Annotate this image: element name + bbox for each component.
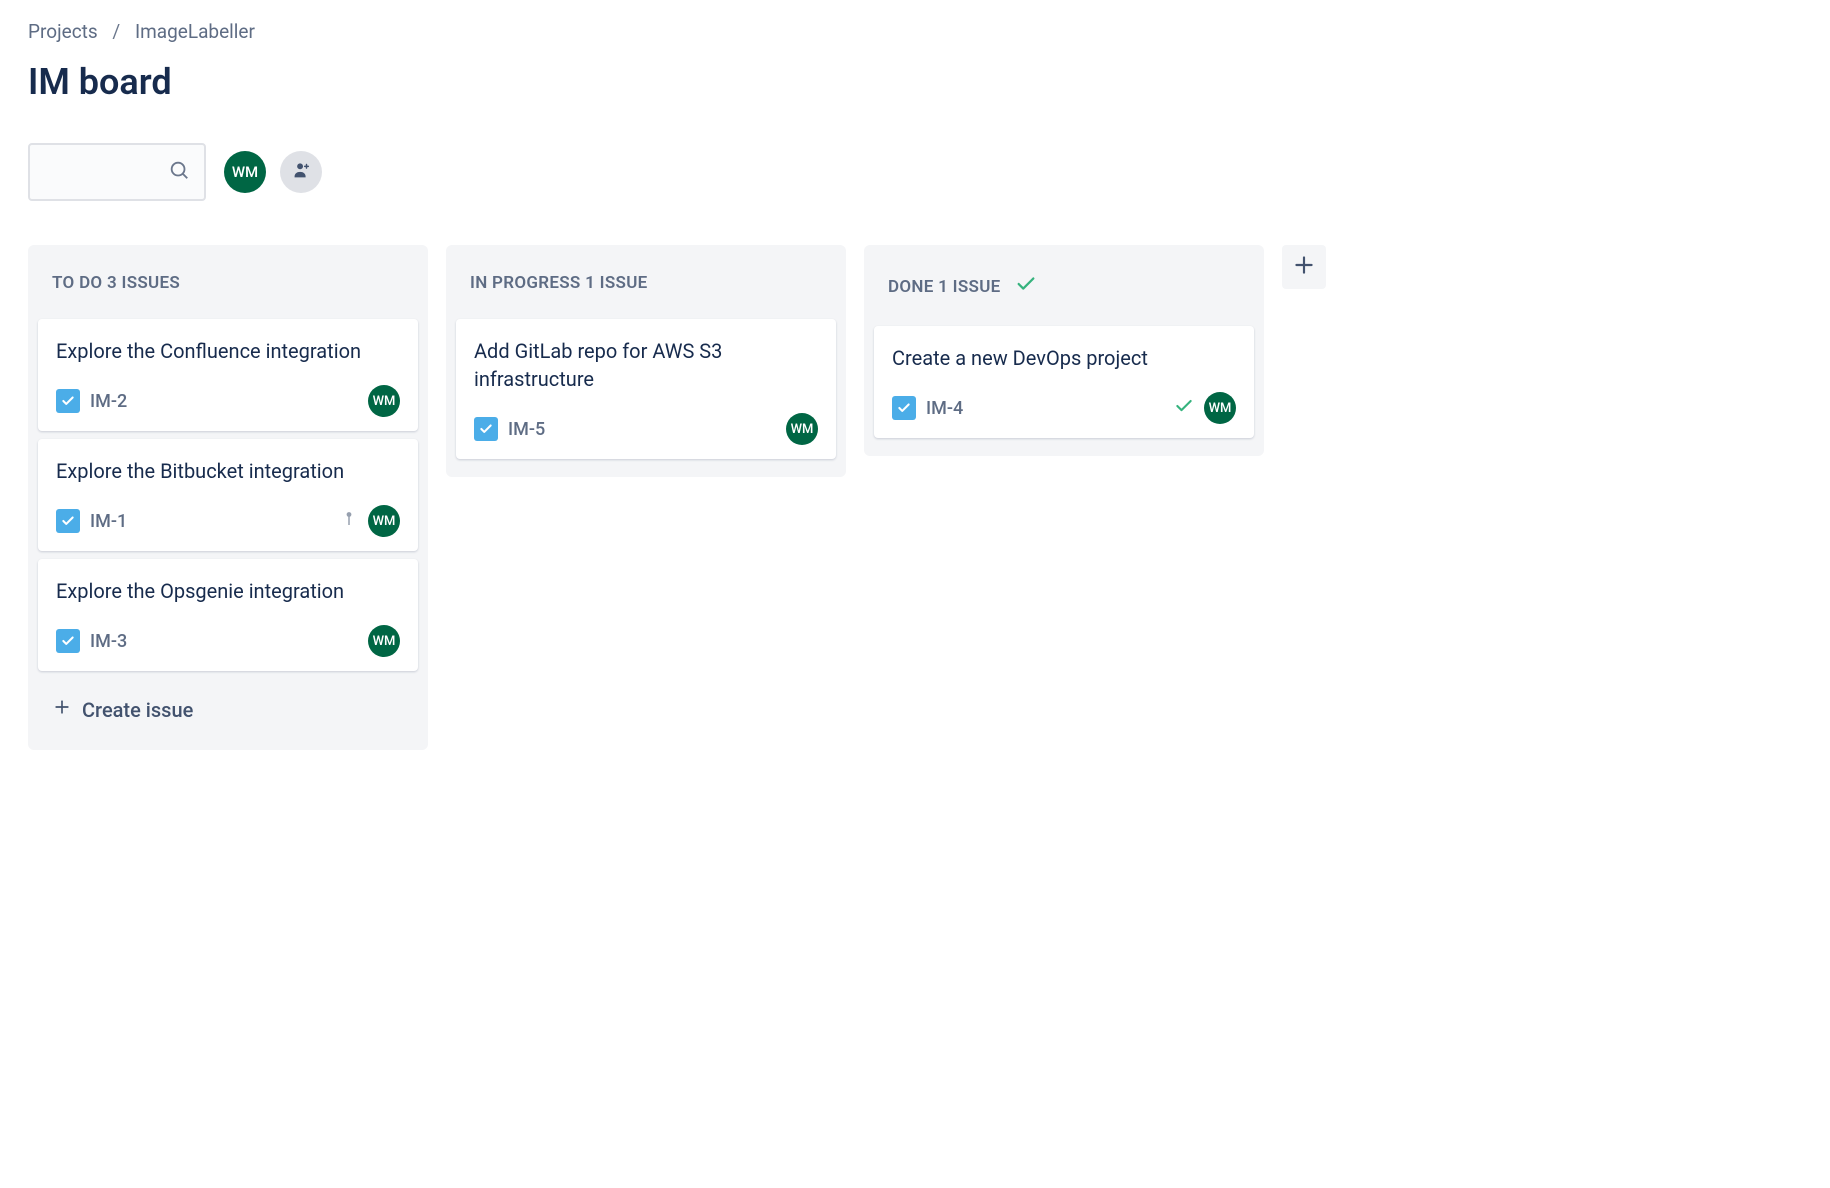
column-header[interactable]: TO DO 3 ISSUES — [38, 245, 418, 319]
column-header[interactable]: IN PROGRESS 1 ISSUE — [456, 245, 836, 319]
assignee-avatar[interactable]: WM — [368, 385, 400, 417]
add-user-icon — [290, 159, 312, 185]
user-avatar[interactable]: WM — [224, 151, 266, 193]
board-columns: TO DO 3 ISSUES Explore the Confluence int… — [28, 245, 1802, 750]
task-type-icon — [474, 417, 498, 441]
issue-title: Explore the Opsgenie integration — [56, 577, 400, 605]
breadcrumb-separator: / — [112, 20, 120, 43]
search-icon — [168, 159, 190, 185]
add-column-button[interactable] — [1282, 245, 1326, 289]
task-type-icon — [56, 509, 80, 533]
column-done: DONE 1 ISSUE Create a new DevOps project I… — [864, 245, 1264, 456]
column-inprogress: IN PROGRESS 1 ISSUE Add GitLab repo for A… — [446, 245, 846, 477]
issue-footer: IM-5 WM — [474, 413, 818, 445]
issue-footer: IM-1 WM — [56, 505, 400, 537]
create-issue-button[interactable]: Create issue — [38, 679, 418, 740]
board-toolbar: WM — [28, 143, 1802, 201]
priority-icon — [340, 510, 358, 532]
issue-card[interactable]: Add GitLab repo for AWS S3 infrastructur… — [456, 319, 836, 459]
column-header-text: TO DO 3 ISSUES — [52, 273, 180, 293]
task-type-icon — [56, 629, 80, 653]
issue-card[interactable]: Explore the Opsgenie integration IM-3 WM — [38, 559, 418, 671]
task-type-icon — [56, 389, 80, 413]
issue-footer: IM-3 WM — [56, 625, 400, 657]
column-header[interactable]: DONE 1 ISSUE — [874, 245, 1254, 326]
assignee-avatar[interactable]: WM — [786, 413, 818, 445]
issue-card[interactable]: Create a new DevOps project IM-4 WM — [874, 326, 1254, 438]
task-type-icon — [892, 396, 916, 420]
issue-key[interactable]: IM-2 — [90, 391, 127, 412]
breadcrumb-project-link[interactable]: ImageLabeller — [135, 20, 255, 43]
done-check-icon — [1015, 273, 1037, 300]
assignee-avatar[interactable]: WM — [368, 625, 400, 657]
create-issue-label: Create issue — [82, 698, 193, 722]
column-todo: TO DO 3 ISSUES Explore the Confluence int… — [28, 245, 428, 750]
issue-title: Add GitLab repo for AWS S3 infrastructur… — [474, 337, 818, 393]
issue-key[interactable]: IM-3 — [90, 631, 127, 652]
page-title: IM board — [28, 61, 1802, 103]
add-user-button[interactable] — [280, 151, 322, 193]
issue-footer: IM-2 WM — [56, 385, 400, 417]
search-input-wrapper[interactable] — [28, 143, 206, 201]
column-header-text: IN PROGRESS 1 ISSUE — [470, 273, 648, 293]
issue-footer: IM-4 WM — [892, 392, 1236, 424]
column-header-text: DONE 1 ISSUE — [888, 277, 1001, 297]
issue-title: Explore the Confluence integration — [56, 337, 400, 365]
issue-key[interactable]: IM-1 — [90, 511, 127, 532]
assignee-avatar[interactable]: WM — [368, 505, 400, 537]
assignee-avatar[interactable]: WM — [1204, 392, 1236, 424]
issue-key[interactable]: IM-4 — [926, 398, 963, 419]
breadcrumb: Projects / ImageLabeller — [28, 20, 1802, 43]
plus-icon — [52, 697, 72, 722]
breadcrumb-projects-link[interactable]: Projects — [28, 20, 98, 43]
issue-key[interactable]: IM-5 — [508, 419, 545, 440]
status-done-icon — [1174, 396, 1194, 420]
issue-title: Explore the Bitbucket integration — [56, 457, 400, 485]
plus-icon — [1291, 252, 1317, 282]
issue-card[interactable]: Explore the Confluence integration IM-2 WM — [38, 319, 418, 431]
issue-title: Create a new DevOps project — [892, 344, 1236, 372]
issue-card[interactable]: Explore the Bitbucket integration IM-1 WM — [38, 439, 418, 551]
